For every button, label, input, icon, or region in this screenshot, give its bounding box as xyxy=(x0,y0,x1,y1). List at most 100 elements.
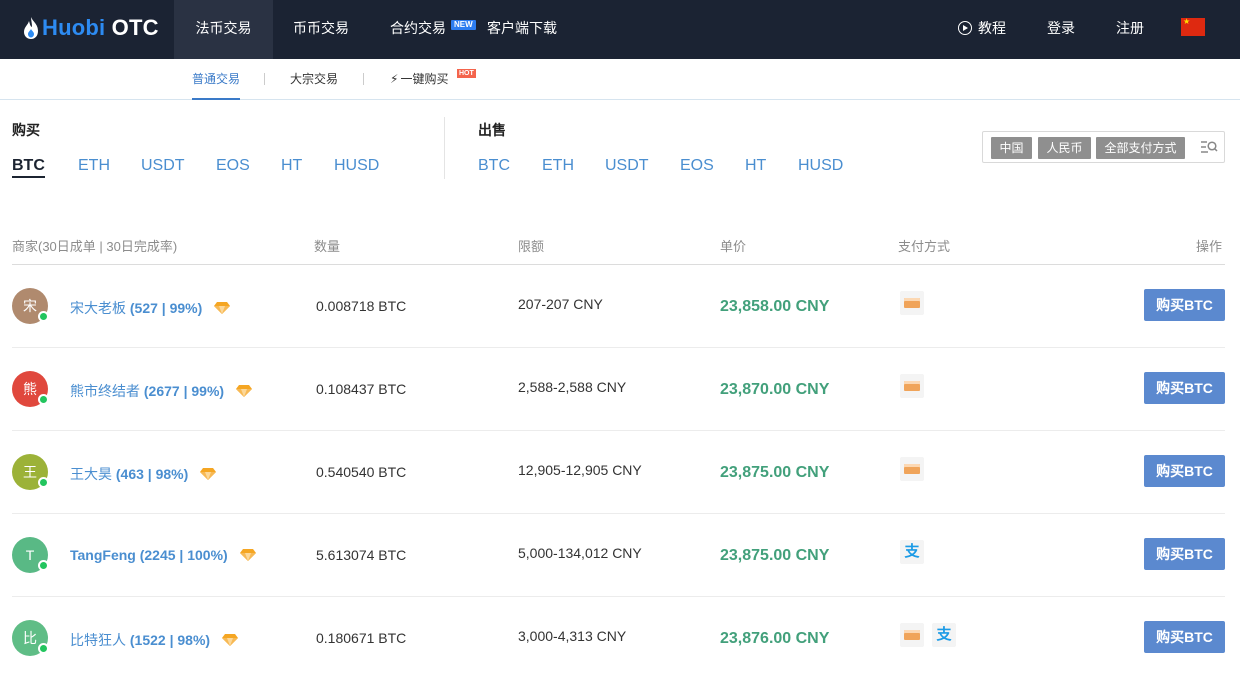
column-header-payment: 支付方式 xyxy=(898,239,951,254)
merchant-name: TangFeng xyxy=(70,547,136,563)
table-row: 宋 宋大老板 (527 | 99%) 0.008718 BTC 207-207 … xyxy=(0,265,1240,348)
table-row: 熊 熊市终结者 (2677 | 99%) 0.108437 BTC 2,588-… xyxy=(0,348,1240,431)
nav-coin-trading[interactable]: 币币交易 xyxy=(293,0,349,59)
tab-one-click-buy[interactable]: ⚡︎ 一键购买 xyxy=(390,59,448,100)
section-divider xyxy=(444,117,445,179)
merchant-link[interactable]: 宋大老板 (527 | 99%) xyxy=(70,298,231,318)
merchant-link[interactable]: 王大昊 (463 | 98%) xyxy=(70,464,217,484)
sell-tab-eth[interactable]: ETH xyxy=(542,157,574,175)
sell-tab-btc[interactable]: BTC xyxy=(478,157,510,175)
online-status-icon xyxy=(38,477,49,488)
buy-tab-usdt[interactable]: USDT xyxy=(141,157,185,175)
lightning-icon: ⚡︎ xyxy=(390,72,399,86)
column-header-amount: 数量 xyxy=(314,239,341,254)
merchant-stats: (527 | 99%) xyxy=(126,300,203,316)
buy-tab-eos[interactable]: EOS xyxy=(216,157,250,175)
merchant-link[interactable]: 比特狂人 (1522 | 98%) xyxy=(70,630,238,650)
diamond-icon xyxy=(214,302,231,314)
login-link[interactable]: 登录 xyxy=(1047,0,1075,59)
online-status-icon xyxy=(38,643,49,654)
amount: 0.540540 BTC xyxy=(316,464,407,480)
nav-fiat-trading[interactable]: 法币交易 xyxy=(174,0,273,59)
bank-card-icon xyxy=(900,457,924,481)
limit: 2,588-2,588 CNY xyxy=(518,379,627,395)
merchant-stats: (2245 | 100%) xyxy=(135,547,228,563)
buy-tab-btc[interactable]: BTC xyxy=(12,157,45,178)
divider xyxy=(363,73,364,85)
sell-section-label: 出售 xyxy=(478,122,506,138)
buy-tab-ht[interactable]: HT xyxy=(281,157,302,175)
merchant-name: 王大昊 xyxy=(70,466,112,482)
merchant-stats: (463 | 98%) xyxy=(112,466,189,482)
tutorial-link[interactable]: 教程 xyxy=(958,0,1006,59)
unit-price: 23,875.00 CNY xyxy=(720,464,830,481)
logo-prefix: Huobi xyxy=(42,15,106,40)
bank-card-icon xyxy=(900,623,924,647)
diamond-icon xyxy=(221,634,238,646)
amount: 5.613074 BTC xyxy=(316,547,407,563)
online-status-icon xyxy=(38,560,49,571)
sell-tab-husd[interactable]: HUSD xyxy=(798,157,843,175)
tab-normal-trading[interactable]: 普通交易 xyxy=(192,59,241,100)
register-link[interactable]: 注册 xyxy=(1116,0,1144,59)
tutorial-label: 教程 xyxy=(978,20,1006,36)
diamond-icon xyxy=(235,385,252,397)
flame-logo-icon xyxy=(24,17,38,39)
limit: 207-207 CNY xyxy=(518,296,603,312)
buy-btc-button[interactable]: 购买BTC xyxy=(1144,372,1225,404)
table-row: T TangFeng (2245 | 100%) 5.613074 BTC 5,… xyxy=(0,514,1240,597)
currency-filter[interactable]: 人民币 xyxy=(1038,137,1091,159)
unit-price: 23,875.00 CNY xyxy=(720,547,830,564)
buy-btc-button[interactable]: 购买BTC xyxy=(1144,289,1225,321)
merchant-stats: (1522 | 98%) xyxy=(126,632,211,648)
merchant-link[interactable]: 熊市终结者 (2677 | 99%) xyxy=(70,381,252,401)
sell-tab-ht[interactable]: HT xyxy=(745,157,766,175)
nav-contract-trading[interactable]: 合约交易 xyxy=(390,0,446,59)
column-header-action: 操作 xyxy=(1196,239,1223,254)
one-click-buy-label: 一键购买 xyxy=(400,72,449,86)
buy-btc-button[interactable]: 购买BTC xyxy=(1144,455,1225,487)
tab-block-trading[interactable]: 大宗交易 xyxy=(290,59,338,100)
limit: 3,000-4,313 CNY xyxy=(518,628,627,644)
column-header-price: 单价 xyxy=(720,239,747,254)
filter-bar: 中国 人民币 全部支付方式 xyxy=(982,131,1225,163)
top-navbar: Huobi OTC 法币交易 币币交易 合约交易 NEW 客户端下载 教程 登录… xyxy=(0,0,1240,59)
table-row: 王 王大昊 (463 | 98%) 0.540540 BTC 12,905-12… xyxy=(0,431,1240,514)
country-filter[interactable]: 中国 xyxy=(991,137,1032,159)
unit-price: 23,858.00 CNY xyxy=(720,298,830,315)
buy-section-label: 购买 xyxy=(12,122,40,138)
filter-search-icon[interactable] xyxy=(1200,138,1218,156)
divider xyxy=(264,73,265,85)
payment-filter[interactable]: 全部支付方式 xyxy=(1096,137,1185,159)
merchant-link[interactable]: TangFeng (2245 | 100%) xyxy=(70,547,256,563)
column-header-limit: 限额 xyxy=(518,239,545,254)
limit: 5,000-134,012 CNY xyxy=(518,545,642,561)
diamond-icon xyxy=(239,549,256,561)
limit: 12,905-12,905 CNY xyxy=(518,462,642,478)
diamond-icon xyxy=(200,468,217,480)
unit-price: 23,870.00 CNY xyxy=(720,381,830,398)
merchant-name: 熊市终结者 xyxy=(70,383,140,399)
alipay-icon: 支 xyxy=(932,623,956,647)
merchant-stats: (2677 | 99%) xyxy=(140,383,225,399)
buy-btc-button[interactable]: 购买BTC xyxy=(1144,538,1225,570)
online-status-icon xyxy=(38,394,49,405)
new-badge: NEW xyxy=(451,20,476,30)
nav-client-download[interactable]: 客户端下载 xyxy=(487,0,557,59)
bank-card-icon xyxy=(900,374,924,398)
column-header-merchant: 商家(30日成单 | 30日完成率) xyxy=(12,239,178,254)
alipay-icon: 支 xyxy=(900,540,924,564)
china-flag-icon[interactable] xyxy=(1181,17,1205,36)
bank-card-icon xyxy=(900,291,924,315)
merchant-name: 比特狂人 xyxy=(70,632,126,648)
buy-btc-button[interactable]: 购买BTC xyxy=(1144,621,1225,653)
buy-tab-eth[interactable]: ETH xyxy=(78,157,110,175)
buy-tab-husd[interactable]: HUSD xyxy=(334,157,379,175)
sell-tab-usdt[interactable]: USDT xyxy=(605,157,649,175)
sell-tab-eos[interactable]: EOS xyxy=(680,157,714,175)
amount: 0.108437 BTC xyxy=(316,381,407,397)
merchant-name: 宋大老板 xyxy=(70,300,126,316)
huobi-logo[interactable]: Huobi OTC xyxy=(24,13,159,43)
play-circle-icon xyxy=(958,21,972,35)
logo-suffix: OTC xyxy=(105,15,159,40)
